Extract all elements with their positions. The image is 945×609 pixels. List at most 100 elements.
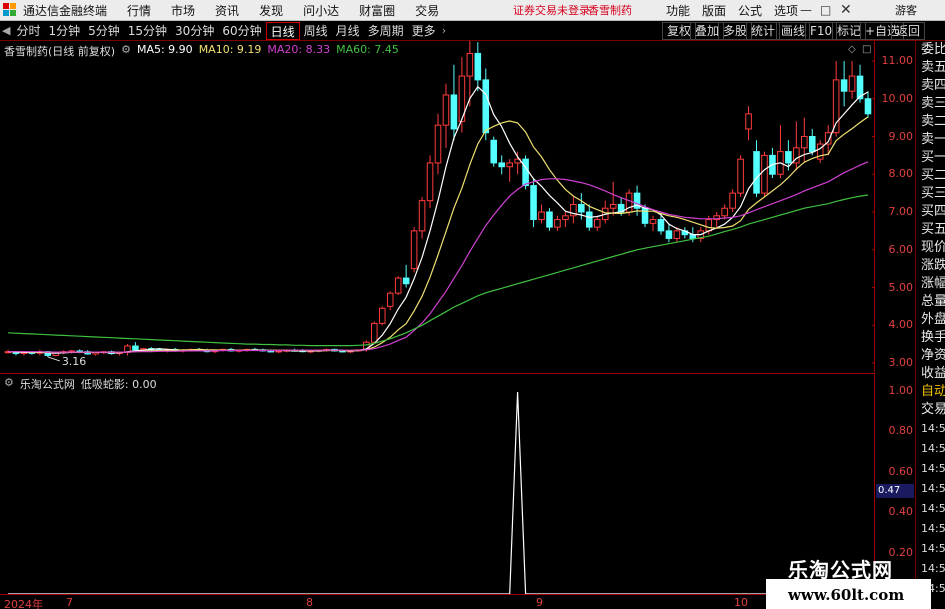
menu-wenxiaoda[interactable]: 问小达 xyxy=(303,2,339,19)
candle-body xyxy=(442,94,450,126)
candle-body xyxy=(554,219,561,228)
price-tick-label: 4.00 xyxy=(888,318,914,332)
candle-body xyxy=(386,292,394,307)
menu-zixun[interactable]: 资讯 xyxy=(215,2,239,19)
period-fenshi[interactable]: 分时 xyxy=(12,22,44,40)
menu-faxian[interactable]: 发现 xyxy=(259,2,283,19)
menu-gongneng[interactable]: 功能 xyxy=(666,2,690,19)
price-tick-label: 6.00 xyxy=(888,242,914,256)
menu-bar: 通达信金融终端 行情 市场 资讯 发现 问小达 财富圈 交易 证券交易未登录 香… xyxy=(0,0,945,21)
period-30min[interactable]: 30分钟 xyxy=(171,22,218,40)
indicator-pane[interactable]: ⚙ 乐淘公式网 低吸蛇影: 0.00 xyxy=(0,373,875,595)
price-tick-label: 5.00 xyxy=(888,280,914,294)
quote-field-label: 卖四 xyxy=(921,78,945,93)
menu-shichang[interactable]: 市场 xyxy=(171,2,195,19)
date-label-aug: 8 xyxy=(306,596,313,609)
quote-field-label: 买二 xyxy=(921,168,945,183)
quote-field-label: 现价 xyxy=(921,240,945,255)
back-button[interactable]: 返回 xyxy=(891,22,926,40)
trade-tab[interactable]: 交易 xyxy=(916,401,945,419)
quote-field-label: 买四 xyxy=(921,204,945,219)
candle-body xyxy=(410,230,418,270)
auto-trade-toggle[interactable]: 自动 xyxy=(916,383,945,401)
candle-body xyxy=(864,98,872,115)
candle-body xyxy=(538,211,545,221)
candle-body xyxy=(848,75,856,92)
ma60-line xyxy=(7,194,869,347)
price-tick-label: 11.00 xyxy=(881,54,914,67)
kline-chart: 11.79 3.16 xyxy=(4,41,875,368)
kline-pane[interactable]: 香雪制药(日线 前复权) ⚙ MA5: 9.90 MA10: 9.19 MA20… xyxy=(0,41,875,372)
candle-body xyxy=(593,219,601,228)
menu-gongshi[interactable]: 公式 xyxy=(738,2,762,19)
candle-body xyxy=(721,207,728,217)
candle-body xyxy=(705,219,713,232)
tick-time: 14:56 xyxy=(921,482,945,495)
quote-field-label: 买五 xyxy=(921,222,945,237)
period-1min[interactable]: 1分钟 xyxy=(44,22,84,40)
period-15min[interactable]: 15分钟 xyxy=(124,22,171,40)
menu-banmian[interactable]: 版面 xyxy=(702,2,726,19)
candle-body xyxy=(840,79,848,92)
candle-body xyxy=(586,211,593,228)
period-weekly[interactable]: 周线 xyxy=(300,22,332,40)
minimize-icon[interactable]: — xyxy=(800,3,812,17)
quote-field-label: 换手 xyxy=(921,330,945,345)
quote-field-label: 卖一 xyxy=(921,132,945,147)
tick-time: 14:56 xyxy=(921,462,945,475)
indicator-tick-label: 0.40 xyxy=(888,505,914,519)
candle-body xyxy=(562,215,569,221)
close-icon[interactable]: ✕ xyxy=(840,2,852,18)
period-60min[interactable]: 60分钟 xyxy=(218,22,265,40)
tick-time: 14:56 xyxy=(921,502,945,515)
candle-body xyxy=(434,124,442,164)
trade-login-status[interactable]: 证券交易未登录 xyxy=(513,2,590,18)
candle-body xyxy=(490,139,498,164)
period-daily[interactable]: 日线 xyxy=(265,21,300,40)
candle-body xyxy=(832,79,840,134)
candle-body xyxy=(641,207,649,224)
candle-body xyxy=(808,136,816,153)
quote-field-label: 卖五 xyxy=(921,60,945,75)
price-tick-label: 3.00 xyxy=(888,356,914,369)
quote-field-label: 净资 xyxy=(921,348,945,363)
guest-label[interactable]: 游客 xyxy=(895,2,917,18)
app-title: 通达信金融终端 xyxy=(23,3,108,18)
low-label: 3.16 xyxy=(62,355,87,368)
price-axis: 11.00 10.00 9.00 8.00 7.00 6.00 5.00 4.00 3.00 xyxy=(875,41,915,372)
high-label: 11.79 xyxy=(480,41,512,42)
indicator-chart xyxy=(8,391,868,595)
tick-time: 14:56 xyxy=(921,562,945,575)
menu-xuanxiang[interactable]: 选项 xyxy=(774,2,798,19)
menu-jiaoyi[interactable]: 交易 xyxy=(415,2,439,19)
candle-body xyxy=(132,345,139,351)
period-5min[interactable]: 5分钟 xyxy=(84,22,124,40)
menu-caifuquan[interactable]: 财富圈 xyxy=(359,2,395,19)
tongji-button[interactable]: 统计 xyxy=(746,22,781,40)
candle-body xyxy=(665,230,673,239)
chevron-right-icon[interactable]: › xyxy=(440,24,448,37)
quote-field-label: 卖三 xyxy=(921,96,945,111)
restore-icon[interactable]: □ xyxy=(820,3,831,17)
candle-body xyxy=(745,113,752,130)
candle-body xyxy=(402,277,410,285)
candle-body xyxy=(753,151,760,194)
candle-body xyxy=(609,203,617,209)
tick-time: 14:56 xyxy=(921,422,945,435)
price-tick-label: 9.00 xyxy=(888,129,914,143)
candle-body xyxy=(482,79,490,134)
period-monthly[interactable]: 月线 xyxy=(332,22,364,40)
period-toolbar: ◀ 分时 1分钟 5分钟 15分钟 30分钟 60分钟 日线 周线 月线 多周期… xyxy=(0,21,945,41)
quote-field-label: 卖二 xyxy=(921,114,945,129)
chevron-left-icon[interactable]: ◀ xyxy=(0,24,12,37)
candle-body xyxy=(546,211,553,228)
candle-body xyxy=(474,52,482,81)
indicator-tick-label: 1.00 xyxy=(888,384,914,397)
date-label-year: 2024年 xyxy=(4,598,43,609)
menu-hangqing[interactable]: 行情 xyxy=(127,2,151,19)
period-more[interactable]: 更多 xyxy=(408,22,440,40)
period-multi[interactable]: 多周期 xyxy=(364,22,408,40)
app-logo-icon xyxy=(3,3,19,17)
quote-field-label: 总量 xyxy=(921,294,945,309)
low-marker xyxy=(47,356,60,362)
